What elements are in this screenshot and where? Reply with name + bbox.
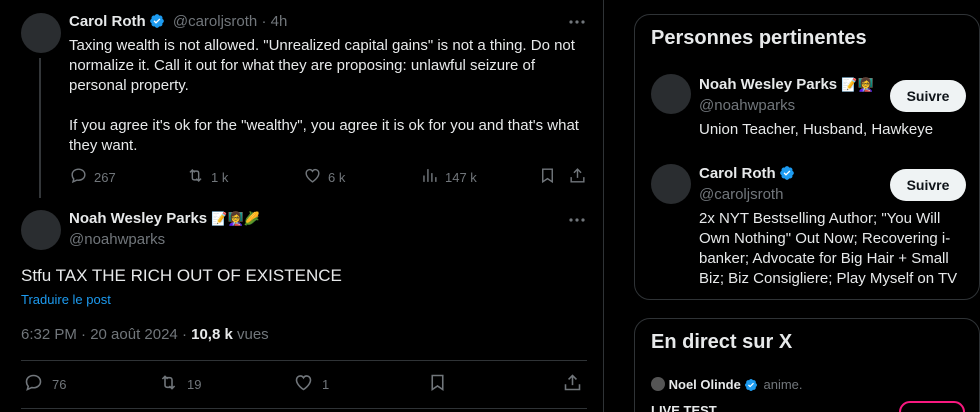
divider [21, 360, 587, 361]
tweet-timestamp[interactable]: 6:32 PM · 20 août 2024 · [21, 326, 191, 343]
host-avatar [651, 377, 665, 391]
share-icon [562, 372, 583, 396]
share-icon [568, 166, 587, 188]
verified-badge-icon [149, 13, 165, 29]
like-count: 6 k [328, 169, 346, 185]
avatar[interactable] [651, 74, 691, 114]
parent-tweet-text: Taxing wealth is not allowed. "Unrealize… [69, 36, 589, 156]
retweet-count: 19 [187, 376, 202, 392]
person-bio: 2x NYT Bestselling Author; "You Will Own… [699, 210, 958, 287]
retweet-count: 1 k [211, 169, 229, 185]
avatar[interactable] [21, 13, 61, 53]
panel-title: Personnes pertinentes [651, 27, 867, 49]
like-count: 1 [322, 376, 330, 392]
host-name: Noel Olinde [668, 377, 741, 392]
name-emoji: 📝👩‍🏫 [841, 77, 874, 92]
share-button[interactable] [562, 372, 583, 396]
name-emoji: 📝👩‍🏫🌽 [211, 211, 260, 226]
main-tweet-text: Stfu TAX THE RICH OUT OF EXISTENCE [21, 266, 342, 285]
tweet-meta: 6:32 PM · 20 août 2024 · 10,8 k vues [21, 326, 269, 343]
like-button[interactable]: 6 k [303, 166, 345, 188]
thread-line [39, 58, 41, 198]
person-name-text: Noah Wesley Parks [699, 76, 838, 93]
views-chart-icon [420, 166, 439, 188]
retweet-button[interactable]: 19 [158, 372, 201, 396]
avatar[interactable] [651, 164, 691, 204]
parent-tweet-header: Carol Roth @caroljsroth · 4h [69, 13, 287, 30]
live-host-row[interactable]: Noel Olinde anime. [651, 377, 803, 394]
bookmark-button[interactable] [427, 372, 448, 396]
views-label: vues [232, 326, 269, 343]
views-count: 10,8 k [191, 326, 233, 343]
person-handle[interactable]: @caroljsroth [699, 186, 783, 203]
retweet-icon [186, 166, 205, 188]
translate-post-link[interactable]: Traduire le post [21, 292, 111, 307]
author-name[interactable]: Noah Wesley Parks [69, 210, 207, 227]
author-name[interactable]: Carol Roth [69, 13, 146, 30]
views-button[interactable]: 147 k [420, 166, 477, 188]
like-button[interactable]: 1 [293, 372, 329, 396]
divider [21, 408, 587, 409]
parent-tweet-actions: 267 1 k 6 k 147 k [69, 166, 589, 188]
more-options-icon[interactable] [567, 210, 587, 230]
follow-button[interactable]: Suivre [890, 169, 966, 201]
verified-badge-icon [744, 378, 760, 394]
retweet-icon [158, 372, 179, 396]
verified-badge-icon [779, 165, 795, 181]
person-name[interactable]: Noah Wesley Parks 📝👩‍🏫 [699, 76, 874, 93]
bookmark-icon [427, 372, 448, 396]
live-stream-title[interactable]: LIVE TEST [651, 403, 717, 412]
reply-icon [23, 372, 44, 396]
heart-icon [303, 166, 322, 188]
person-handle[interactable]: @noahwparks [699, 97, 795, 114]
live-panel: En direct sur X Noel Olinde anime. LIVE … [634, 318, 980, 412]
follow-button[interactable]: Suivre [890, 80, 966, 112]
more-options-icon[interactable] [567, 12, 587, 32]
panel-title: En direct sur X [651, 331, 793, 353]
main-tweet-actions: 76 19 1 [21, 372, 587, 396]
live-indicator[interactable] [899, 401, 965, 412]
author-handle[interactable]: @caroljsroth [173, 13, 257, 30]
retweet-button[interactable]: 1 k [186, 166, 228, 188]
reply-icon [69, 166, 88, 188]
share-button[interactable] [568, 166, 587, 188]
bookmark-icon [538, 166, 557, 188]
reply-count: 76 [52, 376, 67, 392]
avatar[interactable] [21, 210, 61, 250]
main-tweet-header: Noah Wesley Parks 📝👩‍🏫🌽 [69, 210, 260, 227]
person-name[interactable]: Carol Roth [699, 165, 795, 182]
reply-count: 267 [94, 169, 116, 185]
tweet-time[interactable]: · 4h [261, 13, 287, 30]
heart-icon [293, 372, 314, 396]
relevant-people-panel: Personnes pertinentes Noah Wesley Parks … [634, 14, 980, 300]
person-bio: Union Teacher, Husband, Hawkeye [699, 121, 934, 138]
host-action: anime. [763, 377, 803, 392]
tweet-paragraph: Taxing wealth is not allowed. "Unrealize… [69, 37, 575, 94]
bookmark-button[interactable] [538, 166, 557, 188]
conversation-column: Carol Roth @caroljsroth · 4h Taxing weal… [0, 0, 604, 412]
tweet-paragraph: If you agree it's ok for the "wealthy", … [69, 117, 579, 154]
reply-button[interactable]: 267 [69, 166, 116, 188]
author-handle[interactable]: @noahwparks [69, 231, 165, 248]
reply-button[interactable]: 76 [23, 372, 66, 396]
views-count: 147 k [445, 169, 477, 185]
person-name-text: Carol Roth [699, 165, 776, 182]
